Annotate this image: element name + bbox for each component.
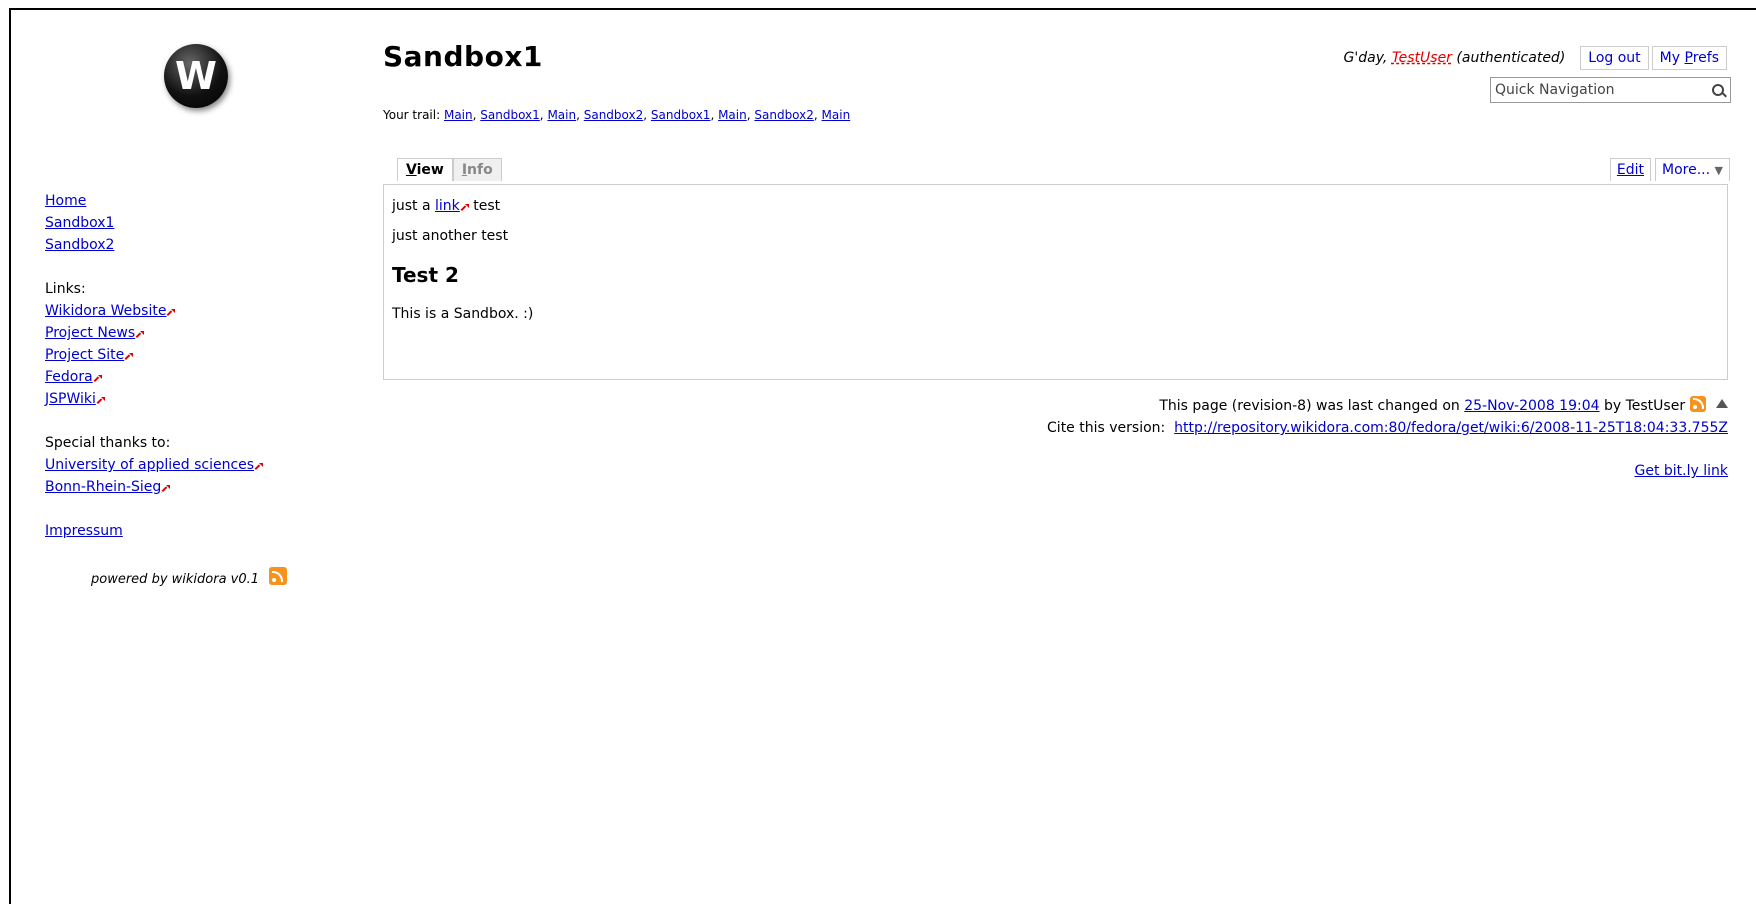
trail-link[interactable]: Sandbox1 <box>480 108 540 122</box>
page-tabs: View Info <box>397 158 502 181</box>
wikidora-logo[interactable]: W <box>164 44 228 108</box>
greeting: G'day, TestUser (authenticated) <box>1344 50 1566 66</box>
edit-button[interactable]: Edit <box>1609 158 1652 181</box>
content-link[interactable]: link <box>435 198 460 214</box>
external-link-icon <box>168 309 176 316</box>
external-link-icon <box>163 485 171 492</box>
content-line-3: This is a Sandbox. :) <box>392 306 534 322</box>
auth-status: (authenticated) <box>1456 50 1566 66</box>
tab-view-rest: iew <box>416 162 444 178</box>
sidebar-link-bonn-rhein-sieg[interactable]: Bonn-Rhein-Sieg <box>45 479 161 495</box>
trail-link[interactable]: Main <box>822 108 851 122</box>
powered-by: powered by wikidora v0.1 <box>91 567 288 587</box>
cite-line: Cite this version: http://repository.wik… <box>1047 417 1728 439</box>
username-link[interactable]: TestUser <box>1392 50 1452 66</box>
trail-label: Your trail: <box>383 108 441 122</box>
changed-date-link[interactable]: 25-Nov-2008 19:04 <box>1464 398 1599 414</box>
line1-pre: just a <box>392 198 431 214</box>
search-icon[interactable] <box>1712 84 1724 96</box>
breadcrumb-trail: Your trail: Main, Sandbox1, Main, Sandbo… <box>383 108 851 122</box>
page-content: just a link test just another test Test … <box>383 184 1728 380</box>
more-label: More... <box>1662 162 1711 178</box>
thanks-label: Special thanks to: <box>45 435 171 451</box>
sidebar-link-jspwiki[interactable]: JSPWiki <box>45 391 96 407</box>
powered-by-text: powered by wikidora v0.1 <box>91 572 260 587</box>
logout-button[interactable]: Log out <box>1580 46 1649 70</box>
sidebar-link-sandbox1[interactable]: Sandbox1 <box>45 215 114 231</box>
more-menu-button[interactable]: More... ▼ <box>1655 158 1730 181</box>
browser-frame <box>9 8 1756 904</box>
sidebar: Home Sandbox1 Sandbox2 Links: Wikidora W… <box>45 190 264 542</box>
trail-link[interactable]: Sandbox2 <box>754 108 814 122</box>
page-actions: Edit More... ▼ <box>1606 158 1730 181</box>
trail-link[interactable]: Main <box>444 108 473 122</box>
page-title: Sandbox1 <box>383 40 543 73</box>
cite-url-link[interactable]: http://repository.wikidora.com:80/fedora… <box>1174 420 1728 436</box>
rss-feed-icon[interactable] <box>269 567 288 585</box>
changed-pre: This page (revision-8) was last changed … <box>1159 398 1460 414</box>
scroll-top-icon[interactable] <box>1716 399 1728 408</box>
line1-post: test <box>473 198 501 214</box>
trail-link[interactable]: Sandbox2 <box>584 108 644 122</box>
last-changed-line: This page (revision-8) was last changed … <box>1047 395 1728 417</box>
tab-view-accesskey: V <box>406 162 417 178</box>
content-line-1: just a link test <box>392 197 1719 215</box>
prefs-accesskey: P <box>1684 50 1693 66</box>
sidebar-link-fedora[interactable]: Fedora <box>45 369 93 385</box>
external-link-icon <box>137 331 145 338</box>
trail-link[interactable]: Main <box>718 108 747 122</box>
sidebar-link-sandbox2[interactable]: Sandbox2 <box>45 237 114 253</box>
tab-info-rest: nfo <box>467 162 493 178</box>
prefs-rest: refs <box>1692 50 1719 66</box>
external-link-icon <box>256 463 264 470</box>
prefs-prefix: My <box>1659 50 1685 66</box>
tab-view[interactable]: View <box>397 158 453 181</box>
cite-label: Cite this version: <box>1047 420 1166 436</box>
my-prefs-button[interactable]: My Prefs <box>1651 46 1727 70</box>
rss-feed-icon[interactable] <box>1689 396 1706 412</box>
quick-navigation <box>1490 77 1731 103</box>
sidebar-link-project-news[interactable]: Project News <box>45 325 135 341</box>
trail-link[interactable]: Sandbox1 <box>651 108 711 122</box>
tab-info[interactable]: Info <box>452 158 502 181</box>
chevron-down-icon: ▼ <box>1714 164 1723 177</box>
content-line-2: just another test <box>392 228 509 244</box>
external-link-icon <box>95 375 102 382</box>
quick-navigation-input[interactable] <box>1491 81 1697 99</box>
external-link-icon <box>98 397 105 404</box>
trail-link[interactable]: Main <box>547 108 576 122</box>
sidebar-link-wikidora-website[interactable]: Wikidora Website <box>45 303 166 319</box>
external-link-icon <box>126 353 134 360</box>
page-footer: This page (revision-8) was last changed … <box>1047 395 1728 439</box>
greeting-prefix: G'day, <box>1343 50 1388 66</box>
content-heading: Test 2 <box>392 263 459 287</box>
changed-by: by TestUser <box>1603 398 1686 414</box>
sidebar-link-project-site[interactable]: Project Site <box>45 347 124 363</box>
logo-letter: W <box>175 54 217 98</box>
sidebar-link-home[interactable]: Home <box>45 193 86 209</box>
sidebar-link-impressum[interactable]: Impressum <box>45 523 123 539</box>
user-box: G'day, TestUser (authenticated) Log out … <box>1344 46 1727 70</box>
sidebar-link-university[interactable]: University of applied sciences <box>45 457 254 473</box>
external-link-icon <box>462 204 469 211</box>
links-label: Links: <box>45 281 86 297</box>
bitly-link[interactable]: Get bit.ly link <box>1634 463 1728 479</box>
